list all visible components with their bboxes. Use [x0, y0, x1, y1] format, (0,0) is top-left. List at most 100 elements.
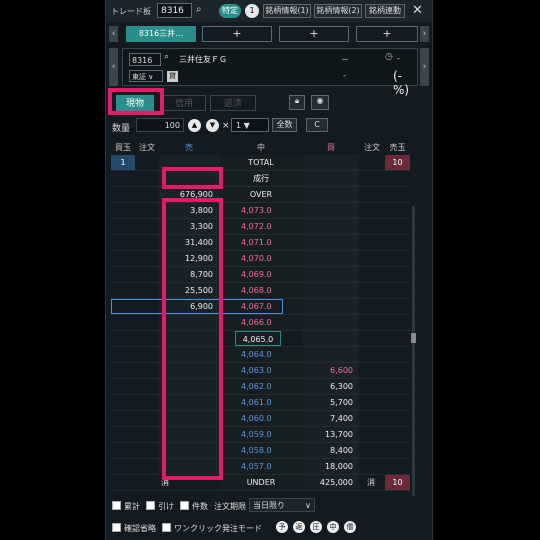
account-count[interactable]: 1 — [245, 4, 259, 18]
buy-cell[interactable] — [303, 331, 359, 346]
lock-icon[interactable]: 🔒︎ — [289, 95, 305, 110]
price-cell[interactable]: 成行 — [219, 171, 303, 186]
buy-cell[interactable]: 18,000 — [303, 459, 359, 474]
buy-cell[interactable] — [303, 283, 359, 298]
tab-add-3[interactable]: + — [356, 26, 418, 42]
table-row: 3,300 4,072.0 — [111, 219, 410, 235]
buy-cell[interactable] — [303, 299, 359, 314]
kigen-select[interactable]: 当日限り ∨ — [249, 498, 315, 512]
price-cell[interactable]: 4,070.0 — [219, 251, 303, 266]
stock-code-input[interactable]: 8316 — [157, 3, 192, 18]
eye-icon[interactable]: ◉ — [311, 95, 329, 110]
price-cell[interactable]: OVER — [219, 187, 303, 202]
qty-up-icon[interactable]: ▲ — [188, 119, 201, 132]
buy-cell[interactable] — [303, 171, 359, 186]
chumon-right-cell — [359, 219, 385, 234]
chumon-left-cell — [135, 235, 159, 250]
buy-cell[interactable]: 7,400 — [303, 411, 359, 426]
chevron-down-icon: ∨ — [305, 501, 311, 510]
tab-next-arrow[interactable]: › — [420, 26, 429, 42]
price-cell[interactable]: 4,066.0 — [219, 315, 303, 330]
board-scrollbar[interactable] — [412, 206, 415, 496]
info-next-arrow[interactable]: › — [420, 48, 429, 86]
hikike-checkbox[interactable] — [146, 501, 155, 510]
tab-prev-arrow[interactable]: ‹ — [109, 26, 118, 42]
ruikei-checkbox[interactable] — [112, 501, 121, 510]
buy-cell[interactable] — [303, 267, 359, 282]
price-cell[interactable]: 4,058.0 — [219, 443, 303, 458]
price-cell[interactable]: UNDER — [219, 475, 303, 490]
reserve-button[interactable]: 予 — [276, 521, 288, 533]
buy-cell[interactable] — [303, 219, 359, 234]
price-cell[interactable]: 4,060.0 — [219, 411, 303, 426]
kakunin-checkbox[interactable] — [112, 523, 121, 532]
buy-cell[interactable] — [303, 203, 359, 218]
urigyoku-cell — [385, 443, 410, 458]
tab-add-2[interactable]: + — [279, 26, 349, 42]
urigyoku-cell — [385, 331, 410, 346]
ruikei-label: 累計 — [124, 502, 140, 511]
info-code[interactable]: 8316 — [129, 53, 161, 66]
price-cell[interactable]: 4,072.0 — [219, 219, 303, 234]
price-cell[interactable]: 4,061.0 — [219, 395, 303, 410]
price-cell[interactable]: 4,068.0 — [219, 283, 303, 298]
buy-cell[interactable]: 13,700 — [303, 427, 359, 442]
search-icon[interactable]: ⌕ — [196, 4, 202, 15]
tab-add-1[interactable]: + — [202, 26, 272, 42]
stock-info-1-button[interactable]: 銘柄情報(1) — [263, 4, 311, 18]
buy-cell[interactable]: 5,700 — [303, 395, 359, 410]
price-cell[interactable]: 4,057.0 — [219, 459, 303, 474]
buy-cell[interactable] — [303, 347, 359, 362]
kaigyoku-cell — [111, 459, 135, 474]
tab-stock[interactable]: 8316三井… — [126, 26, 196, 42]
qty-input[interactable]: 100 — [136, 118, 184, 132]
urigyoku-cell — [385, 267, 410, 282]
price-cell[interactable]: TOTAL — [219, 155, 303, 170]
buy-cell[interactable]: 6,300 — [303, 379, 359, 394]
price-cell[interactable]: 4,062.0 — [219, 379, 303, 394]
buy-cell[interactable]: 6,600 — [303, 363, 359, 378]
oneclick-checkbox[interactable] — [162, 523, 171, 532]
scroll-thumb[interactable] — [411, 333, 416, 343]
press-button[interactable]: 圧 — [310, 521, 322, 533]
clear-button[interactable]: C — [306, 118, 328, 132]
qty-down-icon[interactable]: ▼ — [206, 119, 219, 132]
all-qty-button[interactable]: 全数 — [272, 118, 297, 132]
buy-cell[interactable] — [303, 251, 359, 266]
kaigyoku-cell — [111, 395, 135, 410]
hensai-button[interactable]: 返済 — [210, 95, 256, 111]
buy-cell[interactable] — [303, 187, 359, 202]
chumon-right-cell — [359, 363, 385, 378]
price-cell[interactable]: 4,069.0 — [219, 267, 303, 282]
price-cell[interactable]: 4,063.0 — [219, 363, 303, 378]
center-button[interactable]: 中 — [327, 521, 339, 533]
price-cell[interactable]: 4,065.0 — [235, 331, 281, 346]
kensu-checkbox[interactable] — [180, 501, 189, 510]
stock-info-2-button[interactable]: 銘柄情報(2) — [314, 4, 362, 18]
multiplier-select[interactable]: 1 ▼ — [231, 118, 269, 132]
tab-row: ‹ 8316三井… + + + › — [106, 25, 432, 43]
market-select[interactable]: 東証 ∨ — [129, 70, 163, 82]
price-cell[interactable]: 4,071.0 — [219, 235, 303, 250]
cancel-mark[interactable]: 消 — [361, 475, 381, 490]
search-icon[interactable]: ⌕ — [164, 52, 169, 62]
kigen-value: 当日限り — [253, 501, 285, 510]
buy-cell[interactable]: 8,400 — [303, 443, 359, 458]
close-icon[interactable]: ✕ — [412, 3, 423, 18]
price-cell[interactable]: 4,064.0 — [219, 347, 303, 362]
price-cell[interactable]: 4,073.0 — [219, 203, 303, 218]
return-button[interactable]: 返 — [293, 521, 305, 533]
buy-cell[interactable] — [303, 155, 359, 170]
chumon-left-cell — [135, 379, 159, 394]
buy-cell[interactable]: 425,000 — [303, 475, 359, 490]
price-cell[interactable]: 4,059.0 — [219, 427, 303, 442]
buy-cell[interactable] — [303, 315, 359, 330]
stock-link-button[interactable]: 銘柄連動 — [365, 4, 405, 18]
window-title: トレード板 — [111, 7, 151, 16]
shinyo-button[interactable]: 信用 — [162, 95, 206, 111]
chumon-left-cell — [135, 219, 159, 234]
tokutei-badge[interactable]: 特定 — [219, 4, 241, 18]
info-prev-arrow[interactable]: ‹ — [109, 48, 118, 86]
monk-button[interactable]: 僧 — [344, 521, 356, 533]
buy-cell[interactable] — [303, 235, 359, 250]
